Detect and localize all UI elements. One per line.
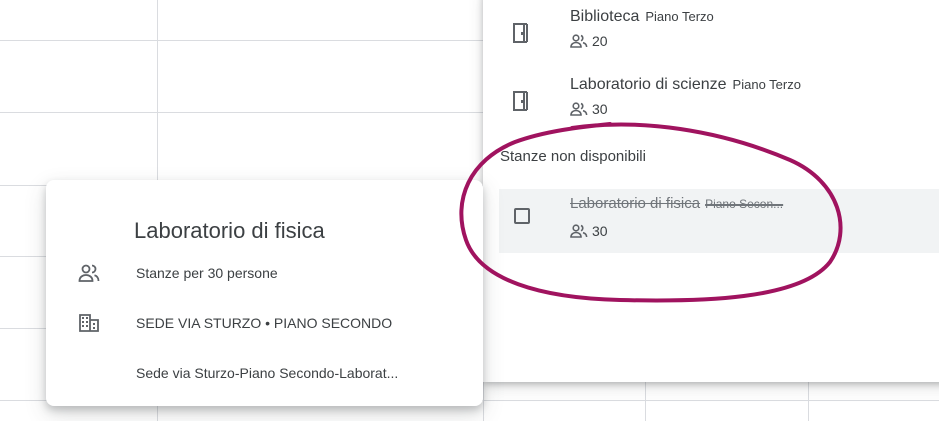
room-name: Laboratorio di scienze Piano Terzo — [570, 76, 801, 94]
rooms-panel: Biblioteca Piano Terzo 20 Laboratorio di … — [483, 0, 939, 382]
unavailable-rooms-heading: Stanze non disponibili — [500, 148, 646, 165]
room-floor: Piano Secon... — [705, 197, 784, 211]
people-icon — [78, 264, 100, 282]
room-details-popup: Laboratorio di fisica Stanze per 30 pers… — [46, 180, 483, 406]
room-capacity: 30 — [570, 223, 608, 239]
popup-building-text: SEDE VIA STURZO • PIANO SECONDO — [136, 315, 393, 331]
door-icon — [513, 91, 528, 111]
room-name: Laboratorio di fisica Piano Secon... — [570, 195, 783, 212]
capacity-value: 20 — [592, 33, 608, 49]
room-floor: Piano Terzo — [645, 9, 714, 24]
room-capacity: 30 — [570, 101, 608, 117]
popup-capacity-text: Stanze per 30 persone — [136, 265, 278, 281]
room-capacity: 20 — [570, 33, 608, 49]
popup-capacity-row: Stanze per 30 persone — [46, 261, 483, 285]
people-icon — [570, 34, 588, 48]
room-option[interactable]: Laboratorio di scienze Piano Terzo 30 — [483, 68, 939, 124]
popup-building-row: SEDE VIA STURZO • PIANO SECONDO — [46, 311, 483, 335]
room-name: Biblioteca Piano Terzo — [570, 8, 714, 26]
popup-resource-text: Sede via Sturzo-Piano Secondo-Laborat... — [136, 365, 399, 381]
room-name-text: Biblioteca — [570, 8, 640, 25]
popup-resource-row: Sede via Sturzo-Piano Secondo-Laborat... — [46, 361, 483, 385]
unavailable-room-option[interactable]: Laboratorio di fisica Piano Secon... 30 — [499, 189, 939, 253]
door-icon — [513, 23, 528, 43]
popup-room-title: Laboratorio di fisica — [134, 218, 325, 243]
room-checkbox[interactable] — [514, 208, 530, 224]
room-option[interactable]: Biblioteca Piano Terzo 20 — [483, 0, 939, 56]
people-icon — [570, 224, 588, 238]
room-floor: Piano Terzo — [732, 77, 801, 92]
capacity-value: 30 — [592, 223, 608, 239]
people-icon — [570, 102, 588, 116]
room-name-text: Laboratorio di fisica — [570, 195, 701, 212]
capacity-value: 30 — [592, 101, 608, 117]
room-name-text: Laboratorio di scienze — [570, 76, 727, 93]
building-icon — [79, 314, 99, 332]
